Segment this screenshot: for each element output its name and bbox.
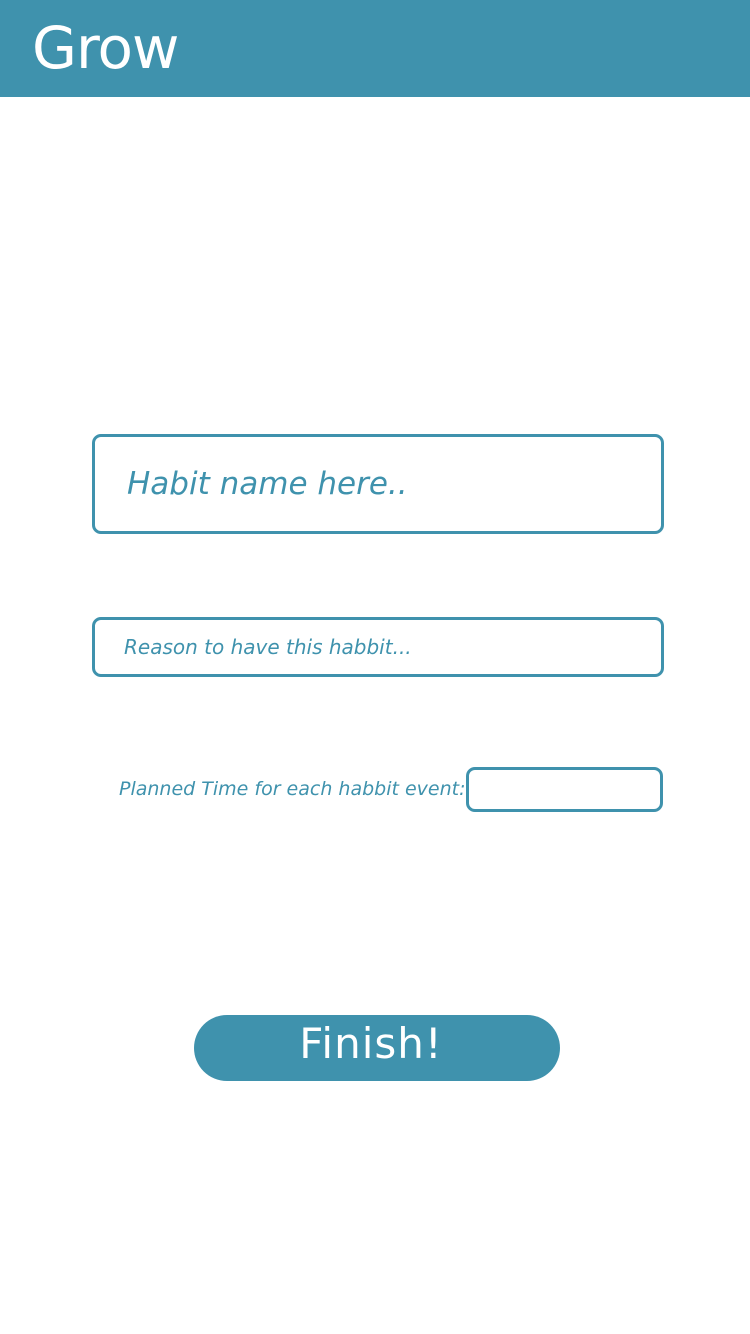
app-title: Grow (32, 14, 179, 82)
planned-time-label: Planned Time for each habbit event: (119, 778, 466, 800)
planned-time-input[interactable] (466, 767, 663, 812)
finish-button[interactable]: Finish! (194, 1015, 560, 1081)
habit-name-input[interactable] (92, 434, 664, 534)
app-header: Grow (0, 0, 750, 97)
habit-reason-input[interactable] (92, 617, 664, 677)
